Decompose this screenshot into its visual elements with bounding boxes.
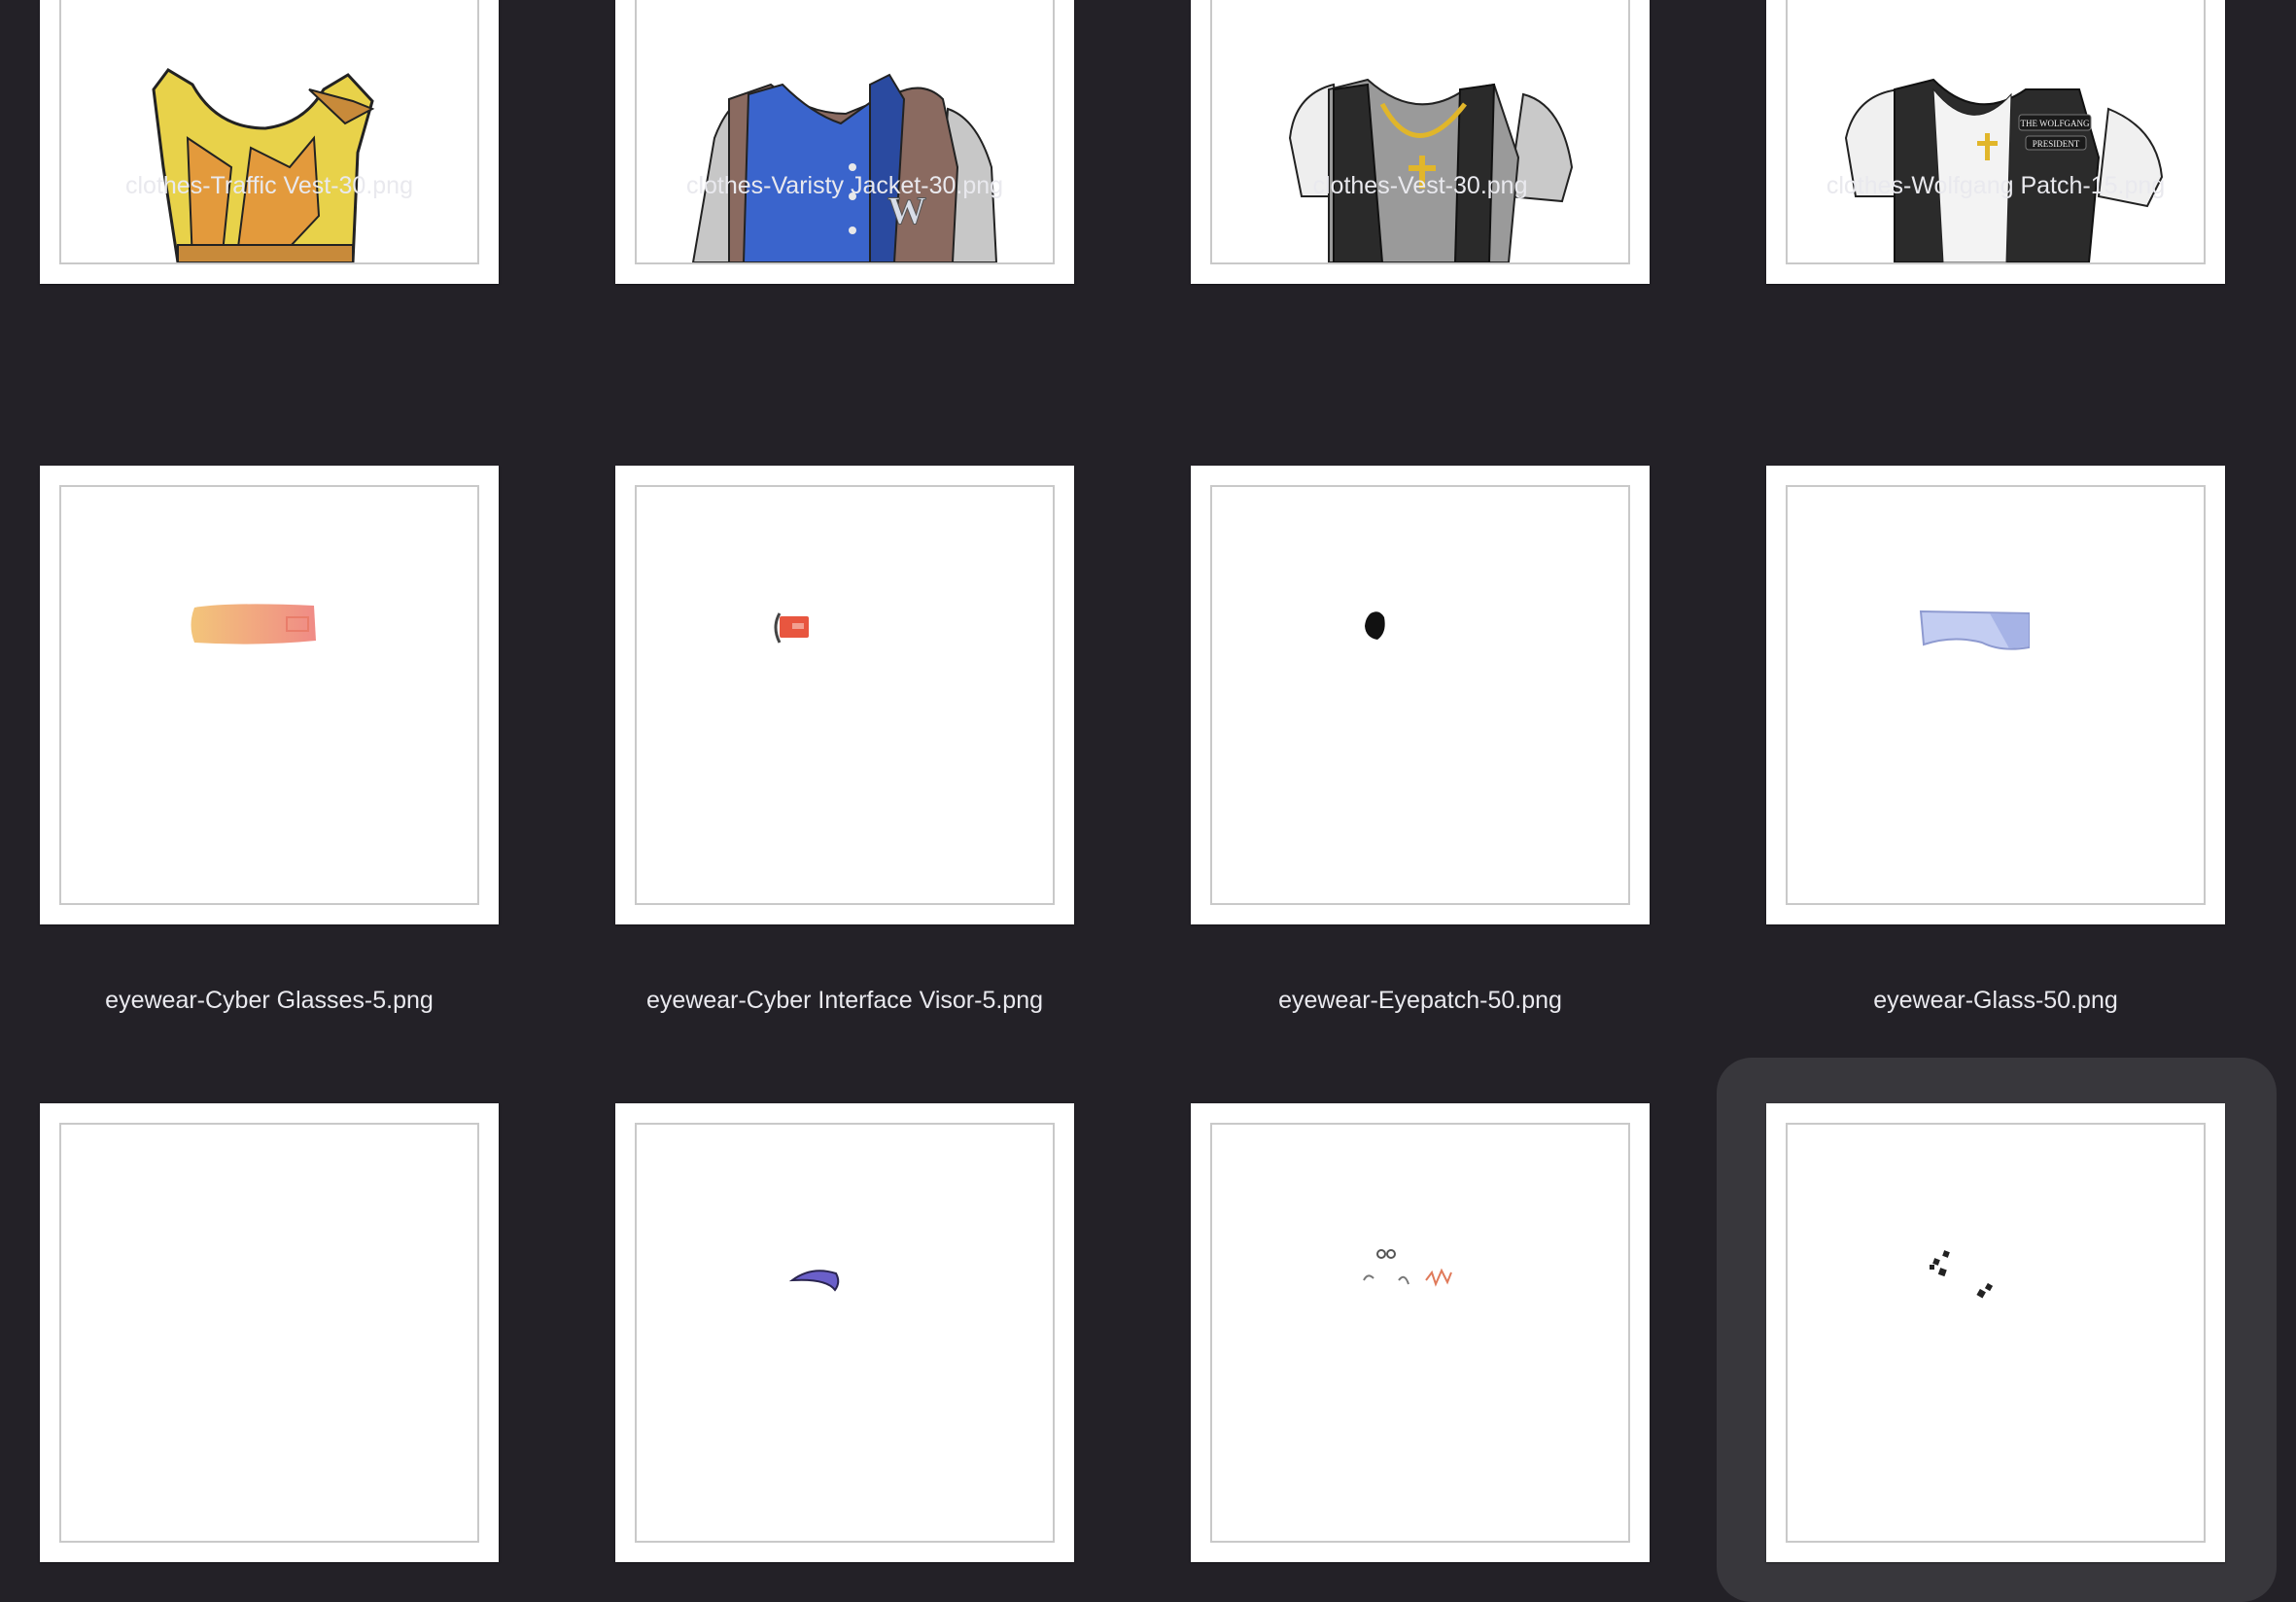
file-thumbnail[interactable]: W	[615, 0, 1074, 284]
file-name[interactable]: clothes-Vest-30.png	[1132, 172, 1708, 200]
wolfgang-patch-vest-thumbnail: THE WOLFGANG PRESIDENT	[1844, 78, 2164, 262]
file-name[interactable]: eyewear-Glass-50.png	[1708, 987, 2283, 1015]
svg-text:THE WOLFGANG: THE WOLFGANG	[2020, 119, 2090, 128]
file-thumbnail[interactable]	[40, 466, 499, 924]
file-thumbnail[interactable]	[40, 1103, 499, 1562]
file-thumbnail[interactable]: THE WOLFGANG PRESIDENT	[1766, 0, 2225, 284]
file-thumbnail[interactable]	[1191, 1103, 1650, 1562]
file-thumbnail[interactable]	[1191, 466, 1650, 924]
file-thumbnail[interactable]	[615, 1103, 1074, 1562]
file-thumbnail[interactable]	[1191, 0, 1650, 284]
file-name[interactable]: clothes-Traffic Vest-30.png	[0, 172, 557, 200]
blank-thumbnail	[61, 1125, 477, 1541]
file-name[interactable]: clothes-Wolfgang Patch-15.png	[1708, 172, 2283, 200]
file-name[interactable]: eyewear-Eyepatch-50.png	[1132, 987, 1708, 1015]
eyepatch-thumbnail	[1365, 611, 1385, 640]
varsity-jacket-thumbnail: W	[691, 73, 998, 262]
purple-brow-thumbnail	[788, 1270, 840, 1292]
dark-marks-thumbnail	[1930, 1250, 1994, 1299]
file-thumbnail[interactable]	[615, 466, 1074, 924]
file-thumbnail[interactable]	[40, 0, 499, 284]
file-thumbnail[interactable]	[1766, 466, 2225, 924]
small-marks-thumbnail	[1363, 1249, 1452, 1287]
file-name[interactable]: eyewear-Cyber Interface Visor-5.png	[557, 987, 1132, 1015]
traffic-vest-thumbnail	[152, 68, 375, 262]
cyber-glasses-thumbnail	[191, 604, 316, 644]
tactical-vest-thumbnail	[1288, 78, 1574, 262]
glass-thumbnail	[1919, 609, 2030, 650]
cyber-visor-thumbnail	[774, 612, 809, 644]
file-name[interactable]: eyewear-Cyber Glasses-5.png	[0, 987, 557, 1015]
file-name[interactable]: clothes-Varisty Jacket-30.png	[557, 172, 1132, 200]
svg-text:PRESIDENT: PRESIDENT	[2033, 139, 2080, 149]
file-thumbnail[interactable]	[1766, 1103, 2225, 1562]
